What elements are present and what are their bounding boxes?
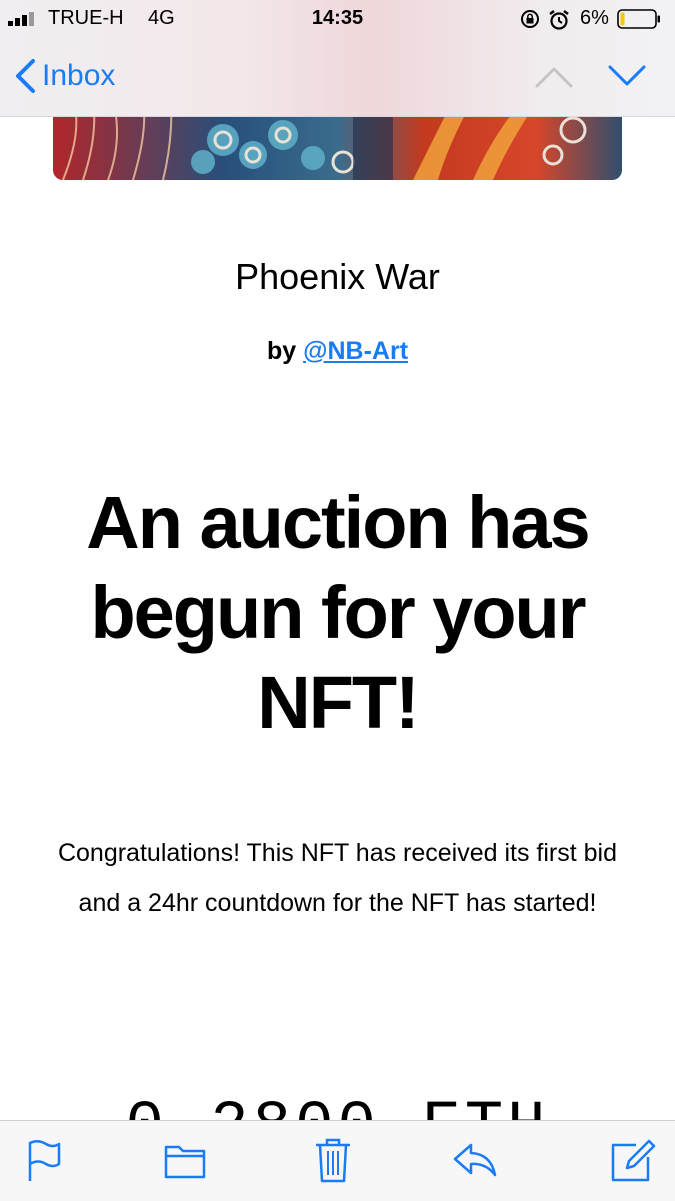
flag-button[interactable] xyxy=(26,1137,62,1183)
auction-headline: An auction has begun for your NFT! xyxy=(86,481,590,744)
back-to-inbox-button[interactable]: Inbox xyxy=(14,54,115,98)
rotation-lock-icon xyxy=(521,10,539,28)
by-label: by xyxy=(266,337,297,365)
reply-icon xyxy=(453,1143,497,1177)
compose-icon xyxy=(611,1139,656,1182)
move-to-folder-button[interactable] xyxy=(164,1137,206,1183)
chevron-up-icon xyxy=(535,67,573,88)
chevron-left-icon xyxy=(16,59,35,93)
next-message-button[interactable] xyxy=(607,62,647,90)
artist-link[interactable]: @NB-Art xyxy=(303,337,408,365)
reply-button[interactable] xyxy=(452,1137,498,1183)
flag-icon xyxy=(28,1140,61,1181)
trash-icon xyxy=(316,1138,350,1183)
chevron-down-icon xyxy=(608,65,646,86)
delete-button[interactable] xyxy=(314,1137,352,1183)
congratulations-text: Congratulations! This NFT has received i… xyxy=(57,839,618,917)
artist-byline: by @NB-Art xyxy=(0,337,675,366)
compose-button[interactable] xyxy=(610,1137,656,1183)
battery-icon xyxy=(617,9,660,29)
folder-icon xyxy=(164,1145,206,1179)
status-time: 14:35 xyxy=(311,7,364,29)
previous-message-button[interactable] xyxy=(534,62,574,90)
alarm-clock-icon xyxy=(549,10,569,30)
battery-percent: 6% xyxy=(580,7,609,29)
artwork-title: Phoenix War xyxy=(235,256,440,297)
mail-toolbar xyxy=(0,1120,675,1201)
back-label: Inbox xyxy=(42,59,116,92)
status-bar: TRUE-H 4G 14:35 6% xyxy=(0,0,675,40)
